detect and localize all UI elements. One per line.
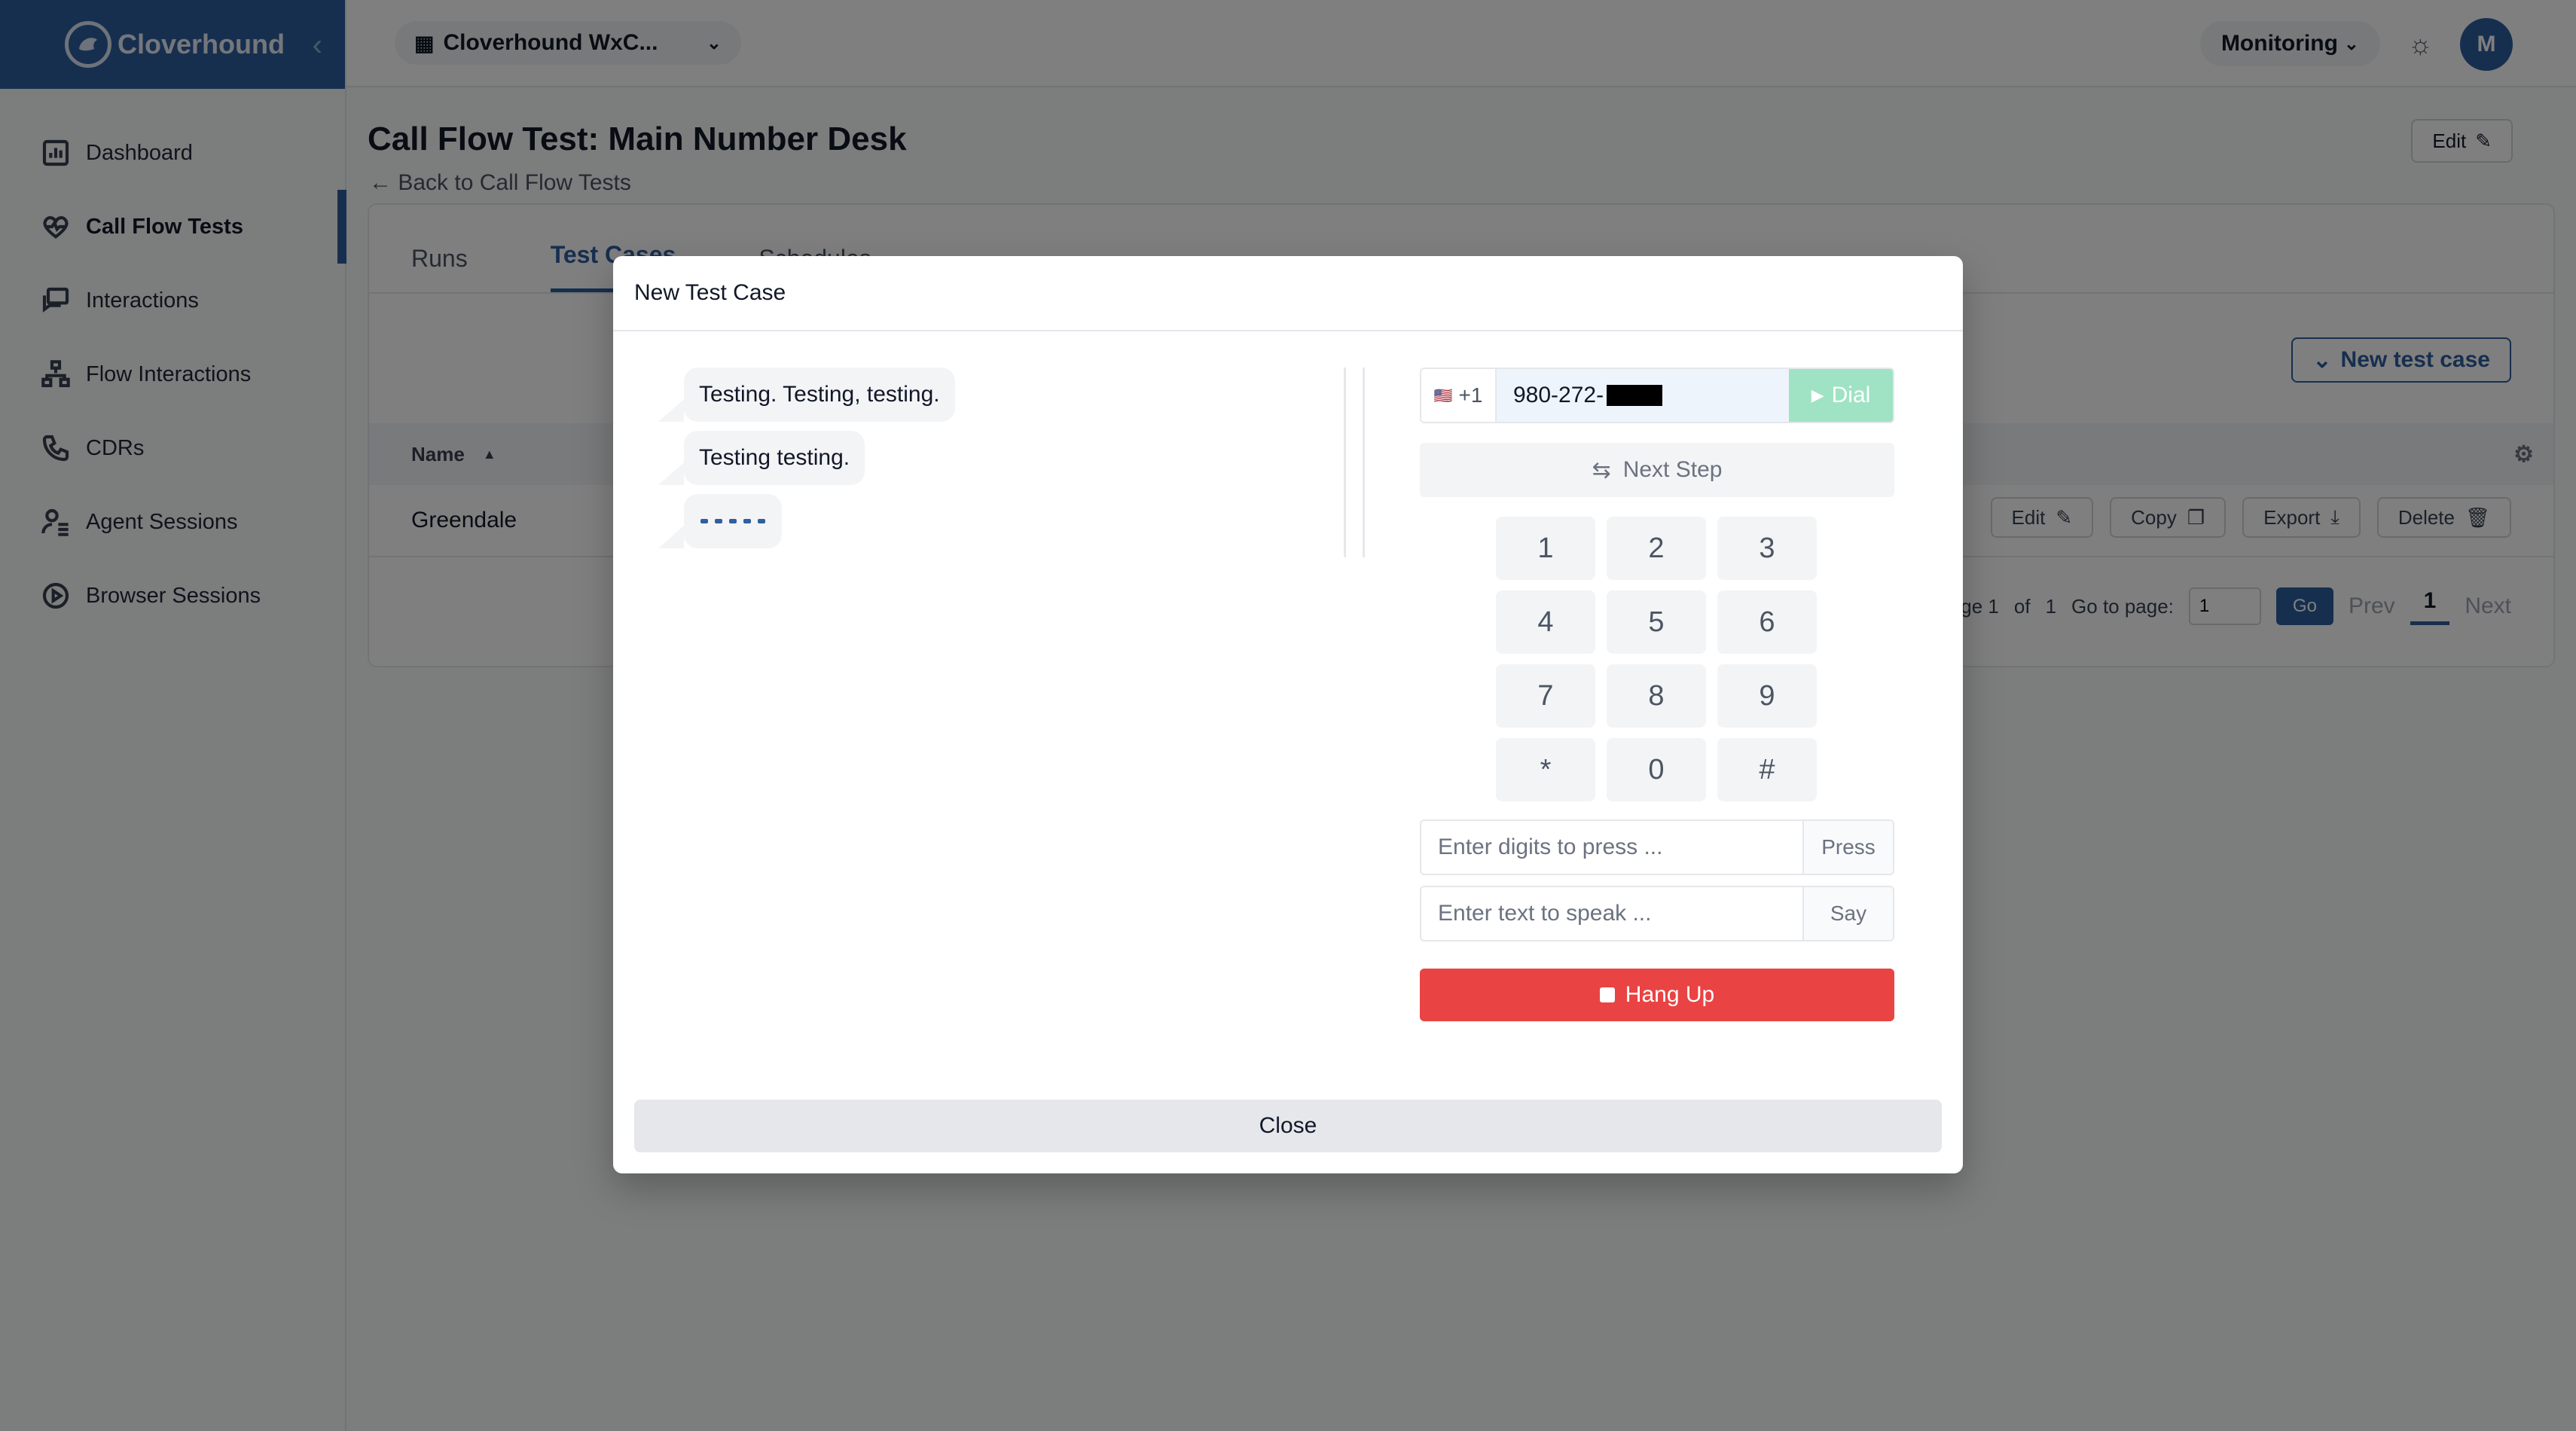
key-hash[interactable]: # <box>1717 738 1817 801</box>
phone-number-value: 980-272- <box>1513 383 1604 407</box>
us-flag-icon: 🇺🇸 <box>1433 387 1453 404</box>
next-step-label: Next Step <box>1622 457 1723 482</box>
hang-up-button[interactable]: Hang Up <box>1420 969 1894 1021</box>
key-5[interactable]: 5 <box>1607 590 1706 654</box>
hang-up-label: Hang Up <box>1625 982 1715 1007</box>
new-test-case-modal: New Test Case Testing. Testing, testing.… <box>613 256 1963 1173</box>
modal-title: New Test Case <box>613 256 1963 331</box>
dial-label: Dial <box>1831 383 1871 407</box>
stop-icon <box>1599 987 1615 1002</box>
redaction-block <box>1607 385 1663 406</box>
key-star[interactable]: * <box>1496 738 1595 801</box>
chat-message: Testing. Testing, testing. <box>658 368 955 422</box>
typing-indicator <box>658 494 782 548</box>
speak-input[interactable] <box>1421 887 1802 940</box>
dial-button[interactable]: ▶ Dial <box>1789 369 1893 422</box>
panel-divider <box>1344 368 1365 557</box>
speak-text-group: Say <box>1420 886 1894 941</box>
country-code-selector[interactable]: 🇺🇸 +1 <box>1421 369 1497 422</box>
key-0[interactable]: 0 <box>1607 738 1706 801</box>
key-3[interactable]: 3 <box>1717 517 1817 580</box>
phone-number-input[interactable]: 980-272- <box>1497 369 1789 422</box>
chat-message: Testing testing. <box>658 431 865 485</box>
key-8[interactable]: 8 <box>1607 664 1706 728</box>
next-step-button[interactable]: ⇆ Next Step <box>1420 443 1894 497</box>
digits-input[interactable] <box>1421 821 1802 874</box>
key-9[interactable]: 9 <box>1717 664 1817 728</box>
dial-bar: 🇺🇸 +1 980-272- ▶ Dial <box>1420 368 1894 423</box>
swap-icon: ⇆ <box>1592 457 1611 483</box>
press-button[interactable]: Press <box>1802 821 1893 874</box>
transcript: Testing. Testing, testing. Testing testi… <box>658 368 955 557</box>
key-1[interactable]: 1 <box>1496 517 1595 580</box>
key-4[interactable]: 4 <box>1496 590 1595 654</box>
dial-keypad: 1 2 3 4 5 6 7 8 9 * 0 # <box>1496 517 1817 801</box>
close-button[interactable]: Close <box>634 1100 1942 1152</box>
key-2[interactable]: 2 <box>1607 517 1706 580</box>
say-button[interactable]: Say <box>1802 887 1893 940</box>
play-icon: ▶ <box>1811 386 1824 404</box>
press-digits-group: Press <box>1420 819 1894 875</box>
key-6[interactable]: 6 <box>1717 590 1817 654</box>
country-code: +1 <box>1458 383 1483 407</box>
key-7[interactable]: 7 <box>1496 664 1595 728</box>
